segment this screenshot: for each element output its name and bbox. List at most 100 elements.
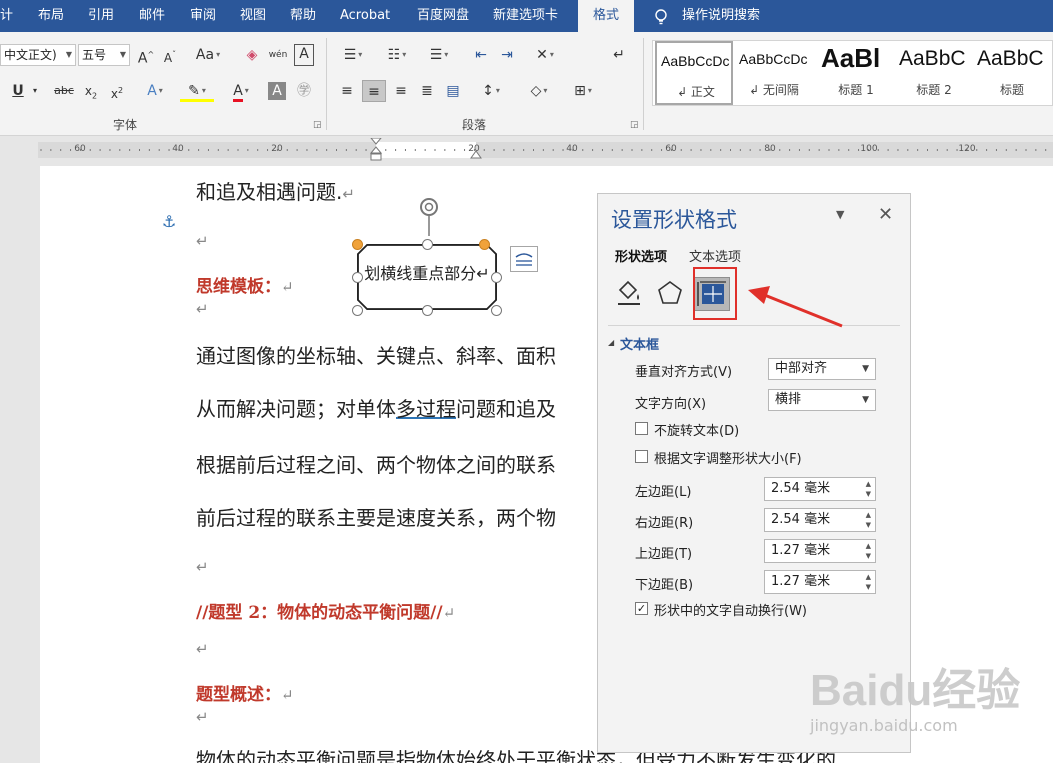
text-effects-button[interactable]: A ▾ <box>140 80 170 102</box>
section-text-box[interactable]: 文本框 <box>620 334 659 353</box>
strikethrough-button[interactable]: abc <box>52 80 76 102</box>
font-dialog-launcher-icon[interactable]: ◲ <box>313 120 322 130</box>
direction-select[interactable]: 横排 ▼ <box>768 389 876 411</box>
enclose-char-icon[interactable]: ㊫ <box>294 80 314 102</box>
top-margin-input[interactable]: 1.27 毫米 ▲ ▼ <box>764 539 876 563</box>
distributed-icon[interactable]: ▤ <box>442 80 464 102</box>
justify-icon[interactable]: ≣ <box>416 80 438 102</box>
decrease-indent-icon[interactable]: ⇤ <box>470 44 492 66</box>
valign-select[interactable]: 中部对齐 ▼ <box>768 358 876 380</box>
tab-layout[interactable]: 布局 <box>38 0 64 32</box>
tab-new-tab[interactable]: 新建选项卡 <box>493 0 558 32</box>
multilevel-list-button[interactable]: ☰ ▾ <box>422 44 456 66</box>
tab-shape-options[interactable]: 形状选项 <box>615 246 667 265</box>
effects-pentagon-icon[interactable] <box>655 278 685 308</box>
phonetic-guide-icon[interactable]: wén <box>268 44 288 66</box>
spinner-icon[interactable]: ▲ ▼ <box>866 479 871 499</box>
no-rotate-checkbox[interactable] <box>635 422 648 435</box>
style-heading-1[interactable]: AaBl 标题 1 <box>817 41 895 105</box>
chevron-down-icon[interactable]: ▾ <box>30 80 40 102</box>
spinner-icon[interactable]: ▲ ▼ <box>866 541 871 561</box>
wrap-text-checkbox[interactable]: ✓ <box>635 602 648 615</box>
style-heading-2[interactable]: AaBbC 标题 2 <box>895 41 973 105</box>
doc-line: 和追及相遇问题.↵ <box>196 180 355 204</box>
resize-handle[interactable] <box>491 272 502 283</box>
tab-baidu-netdisk[interactable]: 百度网盘 <box>417 0 469 32</box>
bottom-margin-input[interactable]: 1.27 毫米 ▲ ▼ <box>764 570 876 594</box>
doc-line: 通过图像的坐标轴、关键点、斜率、面积 <box>196 344 556 368</box>
chevron-down-icon: ▼ <box>862 364 869 374</box>
doc-line: 从而解决问题；对单体多过程问题和追及 <box>196 397 556 421</box>
align-right-icon[interactable]: ≡ <box>390 80 412 102</box>
tab-mailings[interactable]: 邮件 <box>139 0 165 32</box>
paragraph-dialog-launcher-icon[interactable]: ◲ <box>630 120 639 130</box>
char-border-icon[interactable]: A <box>294 44 314 66</box>
tab-review[interactable]: 审阅 <box>190 0 216 32</box>
borders-button[interactable]: ⊞ ▾ <box>566 80 600 102</box>
indent-marker-icon[interactable] <box>370 138 382 162</box>
tab-help[interactable]: 帮助 <box>290 0 316 32</box>
ruler-label: 120 <box>958 144 976 154</box>
char-shading-icon[interactable]: A <box>268 82 286 100</box>
right-margin-input[interactable]: 2.54 毫米 ▲ ▼ <box>764 508 876 532</box>
resize-handle[interactable] <box>352 305 363 316</box>
show-marks-icon[interactable]: ↵ <box>608 44 630 66</box>
line-spacing-button[interactable]: ↕ ▾ <box>474 80 508 102</box>
font-name-combo[interactable]: 中文正文) ▼ <box>0 44 76 66</box>
right-indent-marker-icon[interactable] <box>470 150 482 160</box>
increase-indent-icon[interactable]: ⇥ <box>496 44 518 66</box>
spinner-icon[interactable]: ▲ ▼ <box>866 572 871 592</box>
fill-line-icon[interactable] <box>614 278 644 308</box>
doc-line: 前后过程的联系主要是速度关系，两个物 <box>196 506 556 530</box>
ribbon: 中文正文) ▼ 五号 ▼ A^ Aˇ Aa ▾ ◈ wén A U ▾ abc x… <box>0 32 1053 136</box>
align-center-icon[interactable]: ≡ <box>362 80 386 102</box>
style-no-spacing[interactable]: AaBbCcDc ↲ 无间隔 <box>735 41 813 105</box>
font-size-combo[interactable]: 五号 ▼ <box>78 44 130 66</box>
adjust-handle[interactable] <box>479 239 490 250</box>
tab-view[interactable]: 视图 <box>240 0 266 32</box>
resize-handle[interactable] <box>422 239 433 250</box>
style-title[interactable]: AaBbC 标题 <box>973 41 1051 105</box>
resize-handle[interactable] <box>422 305 433 316</box>
pane-options-chevron-icon[interactable]: ▼ <box>836 208 844 221</box>
rotate-handle-icon[interactable] <box>416 196 442 240</box>
adjust-handle[interactable] <box>352 239 363 250</box>
paragraph-mark: ↵ <box>196 640 209 658</box>
left-margin-value: 2.54 毫米 <box>771 481 831 496</box>
horizontal-ruler[interactable]: 60 40 20 20 40 60 80 100 120 <box>38 138 1053 161</box>
font-color-button[interactable]: A ▾ <box>224 80 258 102</box>
align-left-icon[interactable]: ≡ <box>336 80 358 102</box>
ruler-label: 40 <box>566 144 578 154</box>
tab-design[interactable]: 计 <box>0 0 13 32</box>
layout-options-icon[interactable] <box>510 246 538 272</box>
tab-references[interactable]: 引用 <box>88 0 114 32</box>
subscript-button[interactable]: x2 <box>82 80 100 102</box>
left-margin-input[interactable]: 2.54 毫米 ▲ ▼ <box>764 477 876 501</box>
superscript-button[interactable]: x2 <box>108 80 126 102</box>
resize-handle[interactable] <box>352 272 363 283</box>
doc-line: 根据前后过程之间、两个物体之间的联系 <box>196 453 556 477</box>
collapse-triangle-icon[interactable]: ◢ <box>608 338 614 347</box>
shading-button[interactable]: ◇ ▾ <box>522 80 556 102</box>
highlight-color-icon[interactable]: ✎ ▾ <box>180 80 214 102</box>
grow-font-button[interactable]: A^ <box>137 44 155 67</box>
tab-acrobat[interactable]: Acrobat <box>340 0 390 32</box>
tab-format[interactable]: 格式 <box>578 0 634 32</box>
ruler-label: 60 <box>665 144 677 154</box>
styles-gallery: AaBbCcDc ↲ 正文 AaBbCcDc ↲ 无间隔 AaBl 标题 1 A… <box>652 40 1053 106</box>
bullets-button[interactable]: ☰ ▾ <box>336 44 370 66</box>
asian-layout-button[interactable]: ✕ ▾ <box>528 44 562 66</box>
numbering-button[interactable]: ☷ ▾ <box>380 44 414 66</box>
tab-text-options[interactable]: 文本选项 <box>689 246 741 265</box>
autofit-checkbox[interactable] <box>635 450 648 463</box>
clear-format-icon[interactable]: ◈ <box>242 44 262 66</box>
shrink-font-button[interactable]: Aˇ <box>161 44 179 66</box>
right-margin-value: 2.54 毫米 <box>771 512 831 527</box>
change-case-button[interactable]: Aa ▾ <box>193 44 223 66</box>
spinner-icon[interactable]: ▲ ▼ <box>866 510 871 530</box>
underline-button[interactable]: U <box>10 80 26 102</box>
style-normal[interactable]: AaBbCcDc ↲ 正文 <box>655 41 733 105</box>
style-name: 标题 1 <box>838 83 874 97</box>
resize-handle[interactable] <box>491 305 502 316</box>
close-icon[interactable]: ✕ <box>878 204 893 225</box>
